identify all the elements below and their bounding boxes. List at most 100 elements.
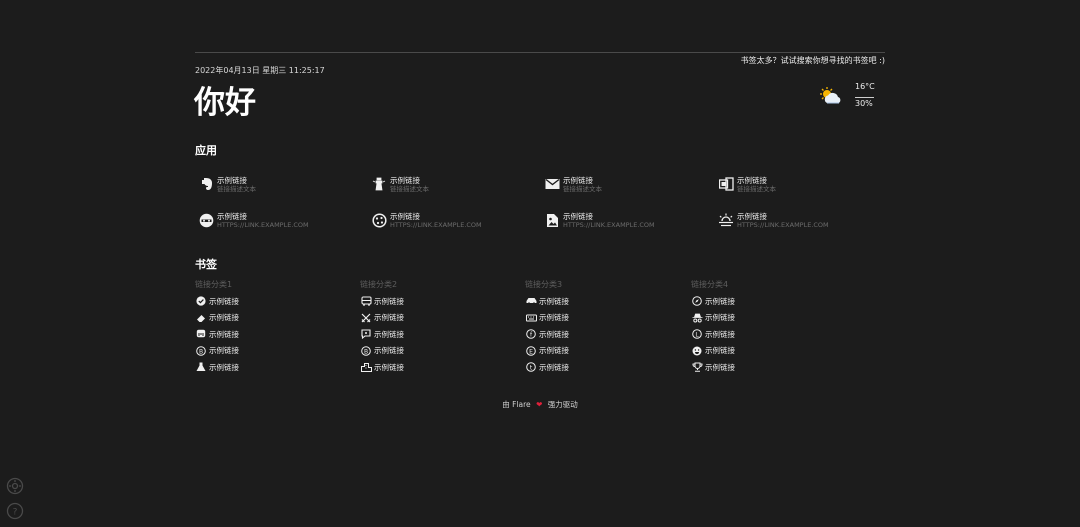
bookmark-link[interactable]: 示例链接: [195, 359, 355, 376]
swords-icon: [360, 312, 372, 324]
app-desc: HTTPS://LINK.EXAMPLE.COM: [390, 220, 482, 229]
car-icon: [525, 295, 537, 307]
weather-temperature: 16°C: [855, 82, 875, 91]
search-bar[interactable]: [195, 52, 885, 53]
bookmark-link[interactable]: 示例链接: [360, 293, 520, 310]
flare-start-page: 书签太多？试试搜索你想寻找的书签吧 :) 2022年04月13日 星期三 11:…: [0, 0, 1080, 527]
facebook-icon: f: [525, 328, 537, 340]
heart-icon: ❤: [536, 400, 543, 409]
app-link[interactable]: 示例链接 HTTPS://LINK.EXAMPLE.COM: [368, 208, 528, 232]
footer: 由 Flare ❤ 强力驱动: [0, 399, 1080, 410]
footer-prefix: 由 Flare: [502, 400, 531, 409]
litecoin-icon: L: [691, 328, 703, 340]
footer-suffix: 强力驱动: [547, 400, 578, 409]
weather-widget: 16°C 30%: [818, 82, 888, 112]
eraser-icon: [195, 312, 207, 324]
check-badge-icon: [195, 295, 207, 307]
bookmarks-section-title: 书签: [195, 258, 217, 271]
bookmark-category: 链接分类3 示例链接 示例链接 f 示例链接 E 示例链接 t 示例链接: [525, 279, 685, 376]
weather-humidity: 30%: [855, 97, 874, 108]
incognito-icon: [691, 312, 703, 324]
comment-icon: [360, 328, 372, 340]
bookmark-link[interactable]: 示例链接: [360, 359, 520, 376]
bookmark-link[interactable]: 示例链接: [691, 359, 851, 376]
app-link[interactable]: 示例链接 链接描述文本: [195, 172, 355, 196]
svg-text:B: B: [199, 348, 203, 355]
partly-cloudy-icon: [820, 87, 841, 104]
bookmark-link[interactable]: E 示例链接: [525, 343, 685, 360]
bitcoin-icon: B: [195, 345, 207, 357]
city-icon: [360, 361, 372, 373]
trophy-icon: [691, 361, 703, 373]
app-link[interactable]: 示例链接 HTTPS://LINK.EXAMPLE.COM: [541, 208, 701, 232]
app-name: 示例链接: [563, 211, 593, 221]
evernote-icon: [195, 173, 217, 195]
app-name: 示例链接: [737, 211, 767, 221]
bookmark-link[interactable]: f 示例链接: [525, 326, 685, 343]
bookmark-link[interactable]: 示例链接: [525, 310, 685, 327]
svg-text:t: t: [530, 365, 533, 372]
help-icon: ?: [6, 502, 24, 520]
svg-text:L: L: [695, 332, 699, 339]
app-desc: HTTPS://LINK.EXAMPLE.COM: [563, 220, 655, 229]
bookmark-category-title: 链接分类3: [525, 280, 563, 289]
bookmark-link[interactable]: 示例链接: [691, 293, 851, 310]
settings-button[interactable]: [6, 477, 24, 495]
current-datetime: 2022年04月13日 星期三 11:25:17: [195, 66, 325, 75]
cookie-icon: [368, 209, 390, 231]
app-link[interactable]: 示例链接 链接描述文本: [715, 172, 875, 196]
svg-text:?: ?: [13, 508, 18, 518]
app-desc: 链接描述文本: [217, 184, 256, 193]
app-link[interactable]: 示例链接 HTTPS://LINK.EXAMPLE.COM: [195, 208, 355, 232]
flask-icon: [195, 361, 207, 373]
bus-icon: [360, 295, 372, 307]
svg-text:B: B: [364, 348, 368, 355]
bookmark-link[interactable]: t 示例链接: [525, 359, 685, 376]
app-link[interactable]: 示例链接 链接描述文本: [368, 172, 528, 196]
bookmark-link[interactable]: B 示例链接: [360, 343, 520, 360]
bookmark-category-title: 链接分类4: [691, 280, 729, 289]
svg-text:E: E: [529, 348, 533, 355]
search-hint: 书签太多？试试搜索你想寻找的书签吧 :): [740, 56, 885, 65]
app-desc: 链接描述文本: [390, 184, 429, 193]
sunset-icon: [715, 209, 737, 231]
app-desc: HTTPS://LINK.EXAMPLE.COM: [737, 220, 829, 229]
compass-icon: [691, 295, 703, 307]
app-name: 示例链接: [737, 175, 767, 185]
bookmark-link[interactable]: 示例链接: [691, 343, 851, 360]
ethereum-icon: E: [525, 345, 537, 357]
bookmark-link[interactable]: L 示例链接: [691, 326, 851, 343]
bookmark-link[interactable]: 示例链接: [360, 326, 520, 343]
bitcoin-icon: B: [360, 345, 372, 357]
office-icon: [715, 173, 737, 195]
bookmark-link[interactable]: 示例链接: [360, 310, 520, 327]
bookmark-link[interactable]: 示例链接: [525, 293, 685, 310]
lighthouse-icon: [368, 173, 390, 195]
app-link[interactable]: 示例链接 HTTPS://LINK.EXAMPLE.COM: [715, 208, 875, 232]
app-name: 示例链接: [563, 175, 593, 185]
bookmark-link[interactable]: 示例链接: [195, 326, 355, 343]
keyboard-icon: [525, 312, 537, 324]
bookmark-link[interactable]: 示例链接: [195, 310, 355, 327]
app-name: 示例链接: [217, 175, 247, 185]
bookmark-link[interactable]: 示例链接: [691, 310, 851, 327]
mastodon-icon: [195, 328, 207, 340]
app-desc: 链接描述文本: [563, 184, 602, 193]
app-name: 示例链接: [217, 211, 247, 221]
bookmark-link[interactable]: 示例链接: [195, 293, 355, 310]
mask-icon: [195, 209, 217, 231]
gear-icon: [6, 477, 24, 495]
app-name: 示例链接: [390, 175, 420, 185]
svg-text:f: f: [530, 332, 533, 339]
app-link[interactable]: 示例链接 链接描述文本: [541, 172, 701, 196]
bookmark-category: 链接分类4 示例链接 示例链接 L 示例链接 示例链接 示例链接: [691, 279, 851, 376]
mail-icon: [541, 173, 563, 195]
bookmark-category-title: 链接分类1: [195, 280, 233, 289]
bookmark-category-title: 链接分类2: [360, 280, 398, 289]
app-desc: 链接描述文本: [737, 184, 776, 193]
help-button[interactable]: ?: [6, 502, 24, 520]
bookmark-link[interactable]: B 示例链接: [195, 343, 355, 360]
image-file-icon: [541, 209, 563, 231]
greeting-title: 你好: [194, 85, 256, 121]
apps-section-title: 应用: [195, 144, 217, 157]
